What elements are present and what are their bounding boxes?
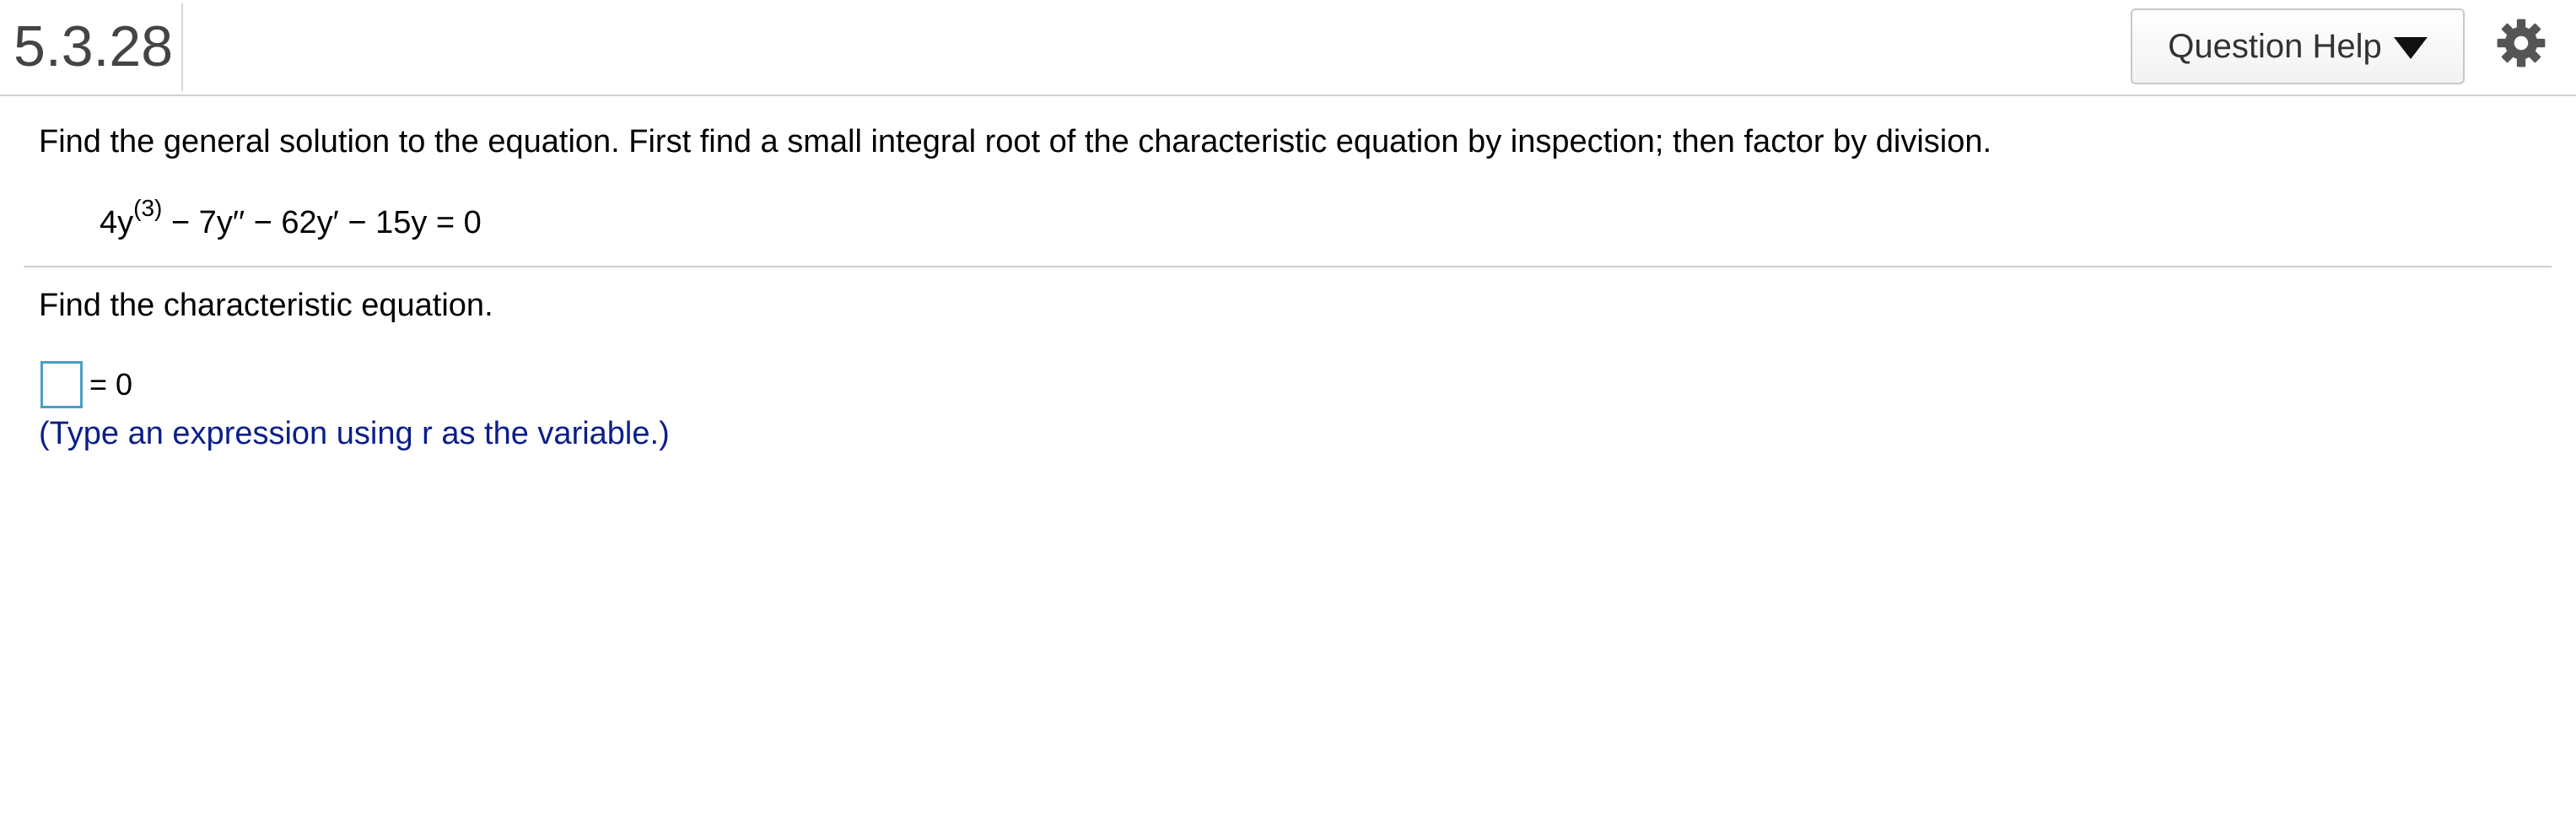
caret-down-icon	[2393, 37, 2428, 59]
question-number: 5.3.28	[13, 14, 174, 78]
equation-derivative-order: (3)	[133, 195, 163, 222]
differential-equation: 4y(3) − 7y′′ − 62y′ − 15y = 0	[100, 197, 482, 246]
characteristic-equation-input[interactable]	[40, 361, 83, 408]
part-prompt: Find the characteristic equation.	[39, 288, 493, 323]
answer-row: = 0	[40, 359, 132, 410]
equals-zero-label: = 0	[89, 367, 133, 402]
question-header: 5.3.28 Question Help	[0, 0, 2576, 96]
gear-icon[interactable]	[2495, 17, 2547, 69]
problem-instructions: Find the general solution to the equatio…	[39, 124, 1992, 159]
input-hint: (Type an expression using r as the varia…	[39, 416, 670, 451]
question-help-label: Question Help	[2168, 27, 2382, 65]
header-divider	[181, 3, 183, 91]
equation-remaining-terms: − 7y′′ − 62y′ − 15y = 0	[162, 205, 482, 240]
equation-lead-term: 4y	[100, 205, 134, 240]
question-help-button[interactable]: Question Help	[2131, 8, 2465, 84]
section-divider	[24, 266, 2552, 267]
